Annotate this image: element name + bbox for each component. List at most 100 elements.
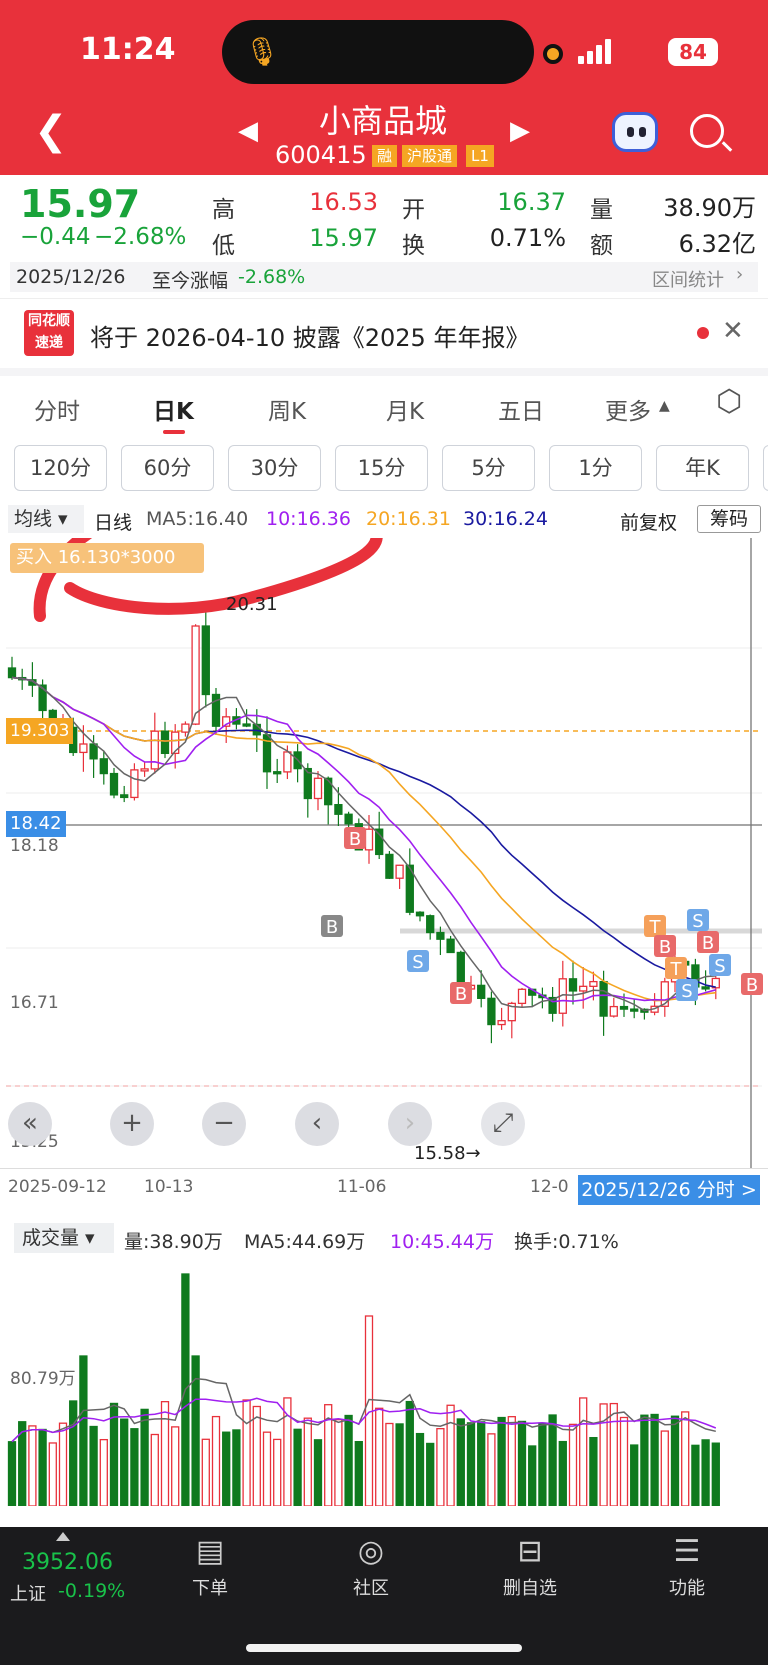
zoom-in-icon[interactable]: + [110, 1102, 154, 1146]
volume-value: 量:38.90万 [124, 1231, 223, 1253]
volume-bar [670, 1415, 680, 1506]
period-overflow[interactable] [763, 445, 768, 491]
tab-five-day[interactable]: 五日 [498, 392, 544, 426]
period-120m[interactable]: 120分 [14, 445, 107, 491]
volume-bar [517, 1420, 527, 1506]
volume-bar [507, 1416, 516, 1506]
nav-order[interactable]: 下单 [165, 1574, 255, 1600]
close-icon[interactable]: ✕ [722, 316, 744, 346]
candle-body [181, 723, 190, 733]
intraday-date-button[interactable]: 2025/12/26 分时 > [578, 1175, 760, 1205]
volume-bar [456, 1418, 465, 1506]
chevron-right-icon: › [736, 264, 744, 285]
trade-marker-letter: T [649, 917, 662, 938]
volume-bar [242, 1399, 251, 1506]
volume-bar [466, 1422, 476, 1506]
announcement-text[interactable]: 将于 2026-04-10 披露《2025 年年报》 [90, 318, 529, 353]
trade-marker-letter: B [455, 984, 467, 1005]
period-yearly[interactable]: 年K [656, 445, 749, 491]
y-axis-label: 16.71 [10, 993, 59, 1013]
chip-distribution-button[interactable]: 筹码 [697, 505, 761, 533]
scroll-left-icon[interactable]: ‹ [295, 1102, 339, 1146]
trade-marker-letter: B [349, 829, 361, 850]
volume-bar [303, 1417, 312, 1506]
volume-bar [528, 1445, 537, 1506]
nav-functions[interactable]: 功能 [642, 1574, 732, 1600]
volume-bar [701, 1439, 710, 1506]
volume-bar [538, 1422, 547, 1506]
volume-indicator-dropdown[interactable]: 成交量 ▾ [14, 1223, 114, 1253]
order-icon[interactable]: ▤ [192, 1534, 228, 1570]
stock-name: 小商品城 [318, 102, 447, 140]
kline-chart[interactable]: BBSBTBTSSBSB [0, 538, 768, 1168]
candle-body [568, 978, 578, 992]
volume-bar [313, 1439, 323, 1506]
price-change: −0.44 [20, 224, 91, 250]
zoom-out-icon[interactable]: − [202, 1102, 246, 1146]
tab-more[interactable]: 更多 [605, 392, 651, 426]
range-stats-link[interactable]: 区间统计 [652, 266, 724, 292]
fast-rewind-icon[interactable]: « [8, 1102, 52, 1146]
volume-ma10: 10:45.44万 [390, 1231, 494, 1253]
candle-body [273, 771, 282, 775]
volume-bar [660, 1430, 669, 1506]
volume-bar [415, 1432, 425, 1506]
volume-bar [201, 1438, 210, 1506]
ai-assistant-icon[interactable] [612, 112, 658, 152]
candle-body [140, 768, 149, 772]
volume-bar [579, 1397, 588, 1506]
volume-ma5: MA5:44.69万 [244, 1231, 366, 1253]
expand-up-icon[interactable] [56, 1532, 70, 1541]
low-label: 低 [212, 233, 235, 259]
remove-watchlist-icon[interactable]: ⊟ [512, 1534, 548, 1570]
menu-icon[interactable]: ☰ [669, 1534, 705, 1570]
x-axis-label: 2025-09-12 [8, 1177, 107, 1197]
kline-gridlines [6, 647, 762, 1087]
scroll-right-icon[interactable]: › [388, 1102, 432, 1146]
tab-daily-k[interactable]: 日K [153, 392, 194, 426]
hk-connect-badge: 沪股通 [402, 145, 458, 167]
next-stock-icon[interactable]: ▶ [510, 116, 530, 146]
community-icon[interactable]: ◎ [353, 1534, 389, 1570]
current-price: 15.97 [20, 182, 141, 226]
nav-community[interactable]: 社区 [326, 1574, 416, 1600]
candle-body [130, 769, 139, 799]
settings-hexagon-icon[interactable]: ⬡ [716, 386, 748, 418]
period-5m[interactable]: 5分 [442, 445, 535, 491]
period-15m[interactable]: 15分 [335, 445, 428, 491]
tab-intraday[interactable]: 分时 [34, 392, 80, 426]
candle-body [344, 813, 353, 825]
candle-body [477, 984, 486, 999]
tab-monthly-k[interactable]: 月K [386, 392, 424, 426]
tab-weekly-k[interactable]: 周K [268, 392, 306, 426]
index-value[interactable]: 3952.06 [22, 1550, 113, 1575]
volume-bar [681, 1411, 690, 1506]
volume-bar [109, 1402, 119, 1506]
buy-order-tag: 买入 16.130*3000 [10, 543, 204, 573]
stock-code: 600415 [275, 141, 367, 169]
volume-bar [7, 1441, 17, 1506]
volume-bar [140, 1408, 149, 1506]
period-30m[interactable]: 30分 [228, 445, 321, 491]
back-icon[interactable]: ❮ [34, 108, 68, 154]
volume-bar [691, 1444, 700, 1506]
period-60m[interactable]: 60分 [121, 445, 214, 491]
index-change: -0.19% [58, 1580, 126, 1602]
candle-body [630, 1008, 639, 1012]
volume-bar [630, 1444, 639, 1506]
search-icon[interactable] [690, 114, 724, 148]
nav-remove-watchlist[interactable]: 删自选 [485, 1574, 575, 1600]
amount-label: 额 [590, 233, 613, 259]
volume-bar [711, 1442, 720, 1506]
trade-marker-letter: B [746, 975, 758, 996]
volume-bar [99, 1438, 108, 1506]
period-1m[interactable]: 1分 [549, 445, 642, 491]
fullscreen-icon[interactable]: ⤢ [481, 1102, 525, 1146]
candle-body [517, 988, 527, 1005]
indicator-dropdown[interactable]: 均线 ▾ [8, 505, 84, 533]
index-name: 上证 [10, 1584, 46, 1605]
volume-bar [232, 1429, 241, 1506]
adjust-mode[interactable]: 前复权 [620, 508, 677, 535]
trade-marker-letter: S [412, 952, 423, 973]
volume-bars [7, 1273, 720, 1506]
